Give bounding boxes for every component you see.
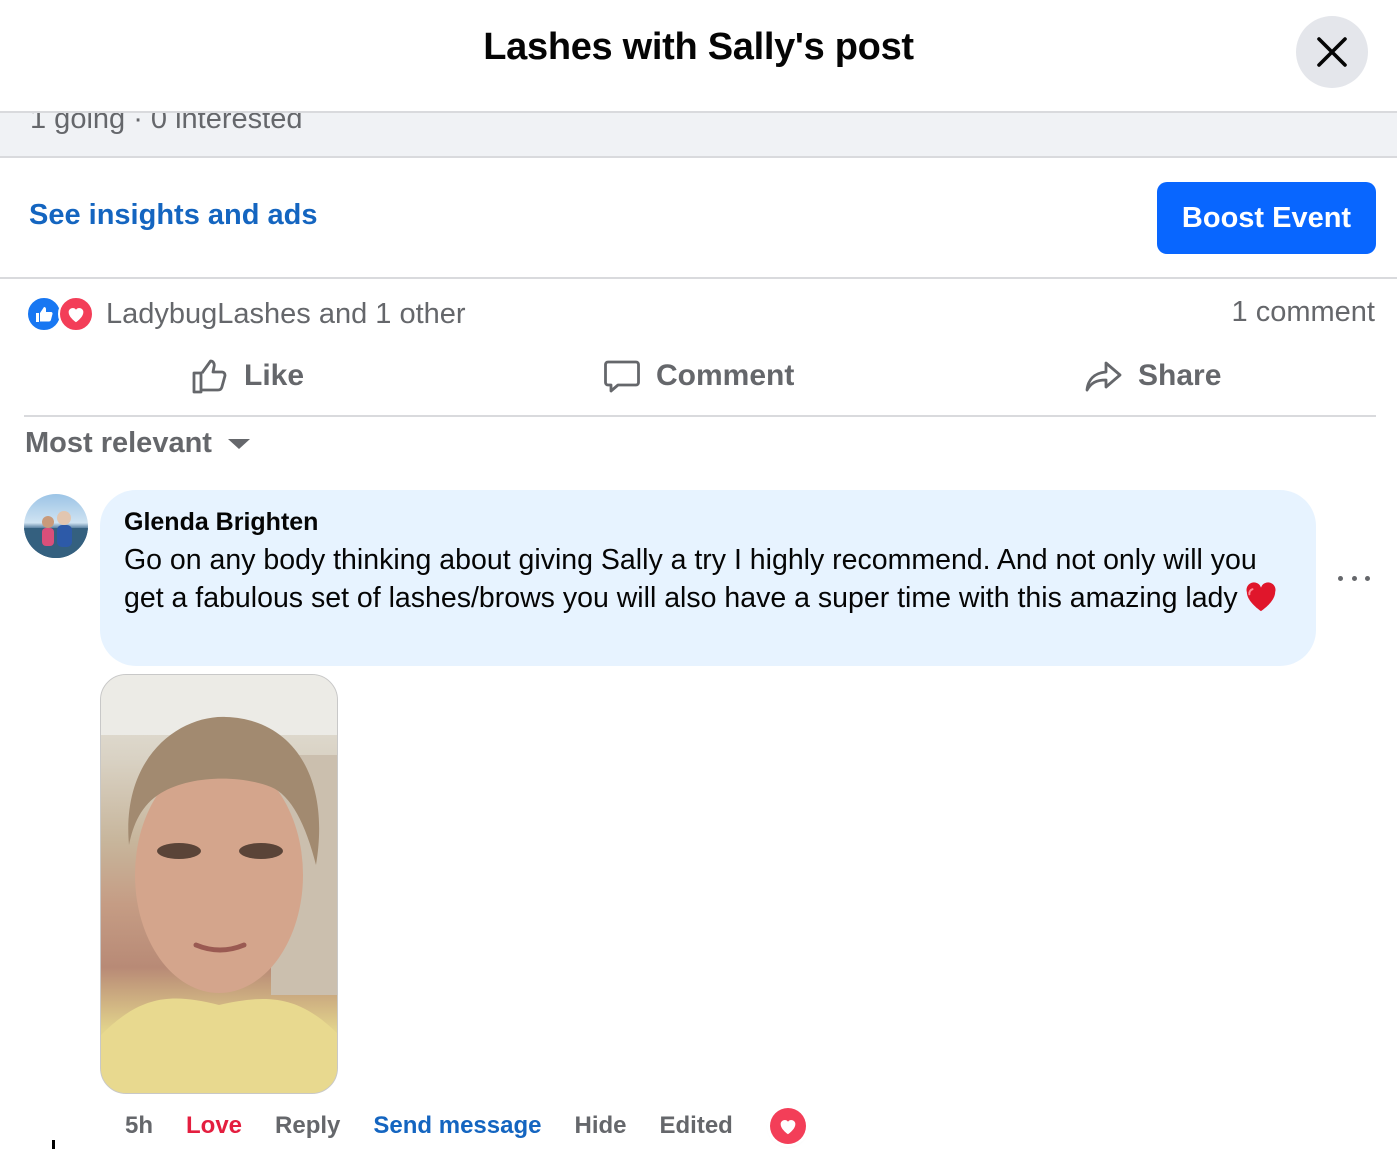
comment-button[interactable]: Comment [602, 352, 794, 400]
sort-dropdown[interactable]: Most relevant [25, 427, 250, 460]
sort-label: Most relevant [25, 427, 212, 459]
divider [0, 277, 1397, 279]
send-message-button[interactable]: Send message [373, 1112, 541, 1140]
edited-label: Edited [659, 1112, 733, 1139]
red-heart-icon [1244, 581, 1278, 623]
see-insights-link[interactable]: See insights and ads [29, 199, 317, 232]
more-options-button[interactable] [1338, 566, 1370, 590]
thumbs-up-icon [192, 359, 227, 394]
comment-photo[interactable] [100, 674, 338, 1094]
reactions-summary[interactable]: LadybugLashes and 1 other [26, 294, 466, 334]
love-reaction-button[interactable]: Love [186, 1112, 242, 1140]
dialog-title: Lashes with Sally's post [483, 26, 914, 68]
share-label: Share [1138, 359, 1222, 392]
comment-body: Go on any body thinking about giving Sal… [124, 544, 1257, 614]
comment-bubble: Glenda Brighten Go on any body thinking … [100, 490, 1316, 666]
like-label: Like [244, 359, 305, 392]
love-reaction-icon[interactable] [769, 1108, 806, 1144]
like-icon [26, 296, 62, 332]
comment-author[interactable]: Glenda Brighten [124, 508, 1292, 537]
comment-timestamp[interactable]: 5h [125, 1112, 153, 1140]
going-interested-count: 1 going · 0 interested [30, 111, 303, 135]
avatar[interactable] [24, 494, 88, 558]
event-summary-band: 1 going · 0 interested [0, 111, 1397, 158]
reply-button[interactable]: Reply [275, 1112, 340, 1140]
comment-footer: 5h Love Reply Send message Hide Edited [125, 1108, 806, 1144]
close-button[interactable] [1296, 16, 1368, 88]
dot [1365, 575, 1370, 581]
boost-event-button[interactable]: Boost Event [1157, 182, 1376, 254]
share-button[interactable]: Share [1084, 352, 1221, 400]
divider [24, 415, 1376, 417]
dot [1338, 575, 1343, 581]
hide-button[interactable]: Hide [574, 1112, 626, 1140]
like-button[interactable]: Like [190, 352, 304, 400]
scroll-mark [52, 1140, 55, 1149]
dot [1351, 575, 1357, 581]
close-icon [1317, 37, 1347, 67]
reactors-text: LadybugLashes and 1 other [106, 297, 466, 330]
dialog-header: Lashes with Sally's post [0, 0, 1397, 113]
caret-down-icon [227, 438, 250, 449]
comment-count[interactable]: 1 comment [1232, 296, 1375, 329]
love-icon [58, 296, 94, 332]
comment-text: Go on any body thinking about giving Sal… [124, 541, 1292, 623]
comment-label: Comment [656, 359, 795, 392]
comment-bubble-icon [604, 360, 640, 393]
share-arrow-icon [1085, 361, 1122, 392]
